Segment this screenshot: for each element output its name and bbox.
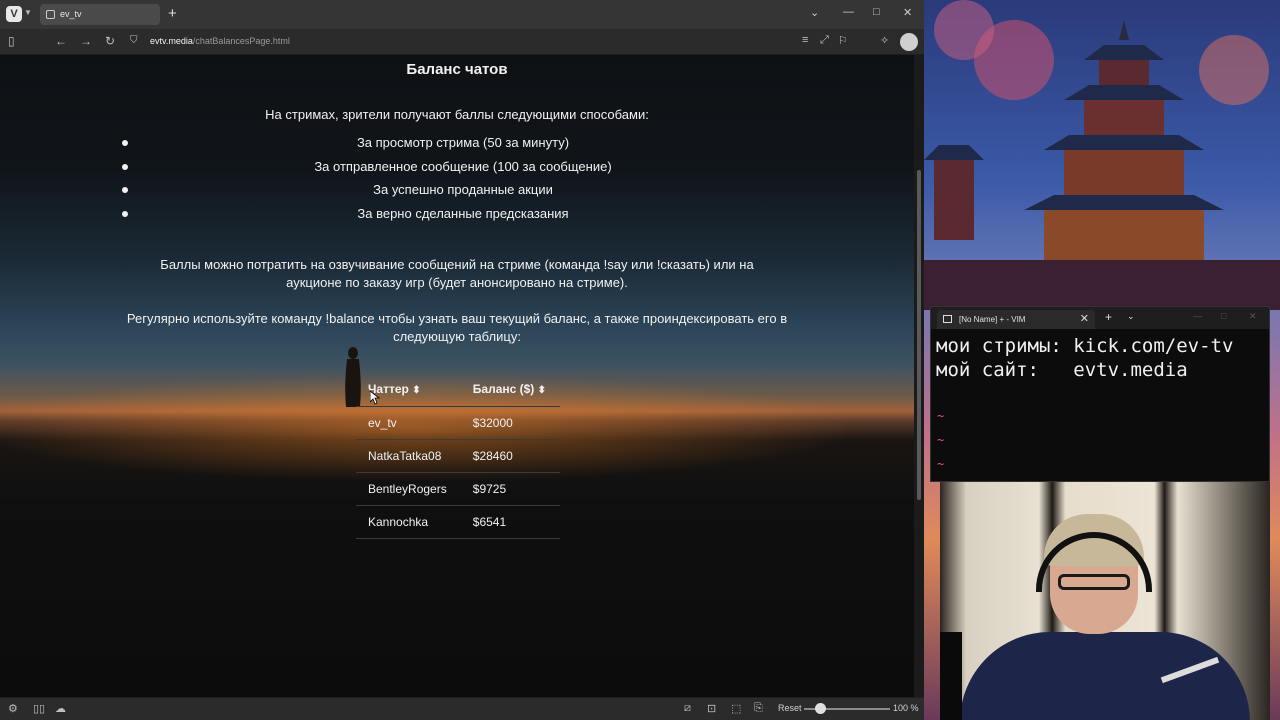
chevron-down-icon[interactable]: ▼ bbox=[24, 8, 32, 17]
bullet-icon bbox=[122, 187, 128, 193]
page-title: Баланс чатов bbox=[406, 61, 508, 78]
tab-list-icon[interactable]: ⌄ bbox=[810, 6, 819, 19]
cell-balance: $32000 bbox=[460, 405, 560, 439]
shield-icon[interactable]: ⛉ bbox=[130, 35, 138, 46]
minimize-icon[interactable]: — bbox=[1193, 311, 1202, 321]
list-item: За верно сделанные предсказания bbox=[0, 206, 914, 221]
tab-title: ev_tv bbox=[60, 9, 82, 19]
url-host: evtv.media bbox=[150, 36, 193, 46]
glasses-icon bbox=[1058, 574, 1130, 590]
page-icon bbox=[46, 10, 55, 19]
table-header-row: Чаттер ⬍ Баланс ($) ⬍ bbox=[356, 373, 560, 406]
cell-chatter: BentleyRogers bbox=[356, 471, 461, 505]
address-bar: ▯ ← → ↻ ⛉ evtv.media/chatBalancesPage.ht… bbox=[0, 29, 924, 55]
bullet-icon bbox=[122, 140, 128, 146]
vim-titlebar: [No Name] + - VIM ✕ + ⌄ — □ ✕ bbox=[931, 307, 1269, 329]
column-header-balance[interactable]: Баланс ($) ⬍ bbox=[461, 373, 560, 406]
vim-empty-line: ~ bbox=[937, 433, 945, 447]
mouse-cursor-icon bbox=[370, 391, 380, 405]
panel-toggle-icon[interactable]: ▯ bbox=[8, 34, 15, 48]
back-icon[interactable]: ← bbox=[55, 34, 67, 48]
sort-icon[interactable]: ⬍ bbox=[538, 385, 546, 396]
cell-balance: $6541 bbox=[460, 504, 560, 539]
list-item-text: За просмотр стрима (50 за минуту) bbox=[356, 135, 570, 150]
forward-icon[interactable]: → bbox=[80, 34, 92, 48]
capture-icon[interactable]: ⧄ bbox=[684, 702, 691, 715]
intro-text: На стримах, зрители получают баллы следу… bbox=[265, 107, 649, 122]
vim-line: мой сайт: evtv.media bbox=[936, 359, 1188, 381]
minimize-icon[interactable]: — bbox=[843, 6, 854, 18]
cell-chatter: Kannochka bbox=[356, 504, 461, 539]
bookmark-icon[interactable]: ⚐ bbox=[838, 34, 848, 47]
cell-chatter: NatkaTatka08 bbox=[356, 438, 461, 472]
zoom-slider-handle[interactable] bbox=[815, 703, 826, 714]
page-content: Баланс чатов На стримах, зрители получаю… bbox=[0, 55, 914, 697]
edit-icon[interactable]: ⤢ bbox=[820, 34, 829, 47]
scrollbar-thumb[interactable] bbox=[917, 170, 921, 500]
list-item-text: За верно сделанные предсказания bbox=[357, 206, 569, 221]
chevron-down-icon[interactable]: ⌄ bbox=[1127, 311, 1135, 322]
balance-paragraph: Регулярно используйте команду !balance ч… bbox=[126, 311, 788, 344]
vim-tab[interactable]: [No Name] + - VIM ✕ bbox=[937, 310, 1095, 329]
close-icon[interactable]: ✕ bbox=[1080, 310, 1089, 329]
zoom-reset-button[interactable]: Reset bbox=[778, 703, 802, 713]
vim-empty-line: ~ bbox=[937, 457, 945, 471]
tab-ev-tv[interactable]: ev_tv bbox=[40, 4, 160, 25]
bullet-icon bbox=[122, 164, 128, 170]
maximize-icon[interactable]: □ bbox=[1221, 311, 1226, 321]
list-item: За просмотр стрима (50 за минуту) bbox=[0, 135, 914, 150]
close-icon[interactable]: ✕ bbox=[1249, 311, 1257, 322]
sort-icon[interactable]: ⬍ bbox=[412, 385, 420, 396]
panel-icon[interactable]: ▯▯ bbox=[33, 702, 45, 715]
spend-paragraph: Баллы можно потратить на озвучивание соо… bbox=[160, 257, 754, 290]
profile-avatar[interactable] bbox=[900, 33, 918, 51]
table-row: BentleyRogers $9725 bbox=[356, 471, 560, 505]
person-body bbox=[960, 632, 1250, 720]
microphone-icon bbox=[940, 632, 962, 720]
page-actions-icon[interactable]: ⎘ bbox=[754, 702, 763, 715]
new-tab-button[interactable]: + bbox=[1105, 310, 1112, 324]
status-bar: ⚙ ▯▯ ☁ ⧄ ⊡ ⬚ ⎘ Reset 100 % bbox=[0, 697, 924, 720]
cell-balance: $9725 bbox=[460, 471, 560, 505]
terminal-icon bbox=[943, 315, 952, 323]
page-scrollbar[interactable] bbox=[914, 55, 924, 697]
table-row: NatkaTatka08 $28460 bbox=[356, 438, 560, 472]
webcam-feed bbox=[940, 482, 1270, 720]
reload-icon[interactable]: ↻ bbox=[105, 34, 115, 48]
url-field[interactable]: evtv.media/chatBalancesPage.html bbox=[150, 36, 290, 46]
tab-bar: V ▼ ev_tv + ⌄ — □ ✕ bbox=[0, 0, 924, 29]
vivaldi-menu-icon[interactable]: V bbox=[6, 6, 22, 22]
bullet-icon bbox=[122, 211, 128, 217]
settings-icon[interactable]: ⚙ bbox=[8, 702, 18, 715]
extensions-icon[interactable]: ✧ bbox=[880, 34, 889, 47]
vim-terminal-window[interactable]: [No Name] + - VIM ✕ + ⌄ — □ ✕ мои стримы… bbox=[930, 306, 1270, 482]
vim-tab-title: [No Name] + - VIM bbox=[959, 315, 1026, 324]
close-icon[interactable]: ✕ bbox=[903, 6, 912, 19]
tiling-icon[interactable]: ⊡ bbox=[707, 702, 716, 715]
list-item: За отправленное сообщение (100 за сообще… bbox=[0, 159, 914, 174]
new-tab-button[interactable]: + bbox=[168, 5, 177, 22]
zoom-level: 100 % bbox=[893, 703, 919, 713]
table-row: ev_tv $32000 bbox=[356, 405, 560, 439]
url-path: /chatBalancesPage.html bbox=[192, 36, 290, 46]
list-item-text: За отправленное сообщение (100 за сообще… bbox=[314, 159, 612, 174]
table-row: Kannochka $6541 bbox=[356, 504, 560, 539]
reader-icon[interactable]: ≡ bbox=[802, 34, 808, 46]
cell-balance: $28460 bbox=[460, 438, 560, 472]
list-item: За успешно проданные акции bbox=[0, 182, 914, 197]
vim-line: мои стримы: kick.com/ev-tv bbox=[936, 335, 1234, 357]
screenshot-icon[interactable]: ⬚ bbox=[731, 702, 741, 715]
cell-chatter: ev_tv bbox=[356, 405, 461, 439]
pagoda-illustration bbox=[924, 0, 1280, 310]
cloud-icon[interactable]: ☁ bbox=[55, 702, 66, 715]
list-item-text: За успешно проданные акции bbox=[373, 182, 553, 197]
balances-table: Чаттер ⬍ Баланс ($) ⬍ ev_tv $32000 Natka… bbox=[356, 373, 560, 539]
browser-window: V ▼ ev_tv + ⌄ — □ ✕ ▯ ← → ↻ ⛉ evtv.media… bbox=[0, 0, 924, 720]
vim-empty-line: ~ bbox=[937, 409, 945, 423]
maximize-icon[interactable]: □ bbox=[873, 6, 880, 18]
